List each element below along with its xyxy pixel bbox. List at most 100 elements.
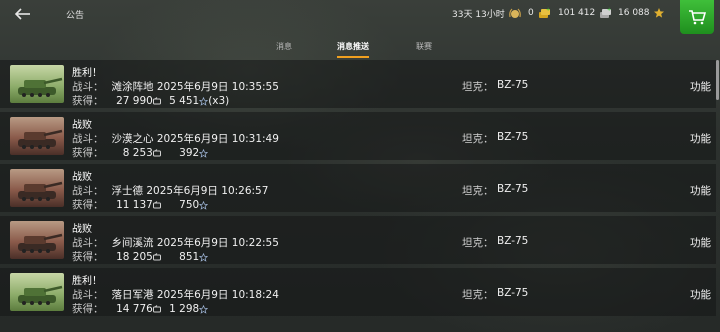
tank-icon xyxy=(18,233,63,253)
battle-datetime: 2025年6月9日 10:26:57 xyxy=(146,185,269,197)
credits-earned: 14 776 xyxy=(116,303,153,315)
xp-star-icon xyxy=(199,148,209,158)
map-name: 浮士德 xyxy=(111,185,144,197)
tank-label: 坦克： xyxy=(462,185,494,197)
rewards: 获得： 8 253 392 xyxy=(72,145,209,160)
credits-earned: 11 137 xyxy=(116,199,153,211)
back-arrow-icon[interactable] xyxy=(12,4,34,24)
silver-balance[interactable]: 101 412 + xyxy=(558,7,612,19)
map-name: 乡间溪流 xyxy=(111,237,154,249)
message-row[interactable]: 胜利！ 战斗： 落日军港 2025年6月9日 10:18:24 获得： 14 77… xyxy=(0,268,716,316)
tank-thumbnail xyxy=(10,117,64,155)
credits-icon xyxy=(152,149,161,157)
battle-label: 战斗： xyxy=(72,185,104,197)
earn-label: 获得： xyxy=(72,199,104,211)
xp-earned: 1 298 xyxy=(169,303,200,315)
rewards: 获得： 27 990 5 451 (x3) xyxy=(72,93,229,108)
battle-datetime: 2025年6月9日 10:31:49 xyxy=(156,133,279,145)
store-button[interactable] xyxy=(680,0,714,34)
battle-datetime: 2025年6月9日 10:22:55 xyxy=(156,237,279,249)
rewards: 获得： 14 776 1 298 xyxy=(72,301,209,316)
battle-info: 战斗： 落日军港 2025年6月9日 10:18:24 xyxy=(72,287,279,302)
xp-earned: 851 xyxy=(179,251,200,263)
battle-info: 战斗： 沙漠之心 2025年6月9日 10:31:49 xyxy=(72,131,279,146)
free-xp-balance[interactable]: 16 088 xyxy=(618,7,665,19)
premium-timer[interactable]: 33天 13小时 xyxy=(452,7,522,20)
battle-datetime: 2025年6月9日 10:35:55 xyxy=(156,81,279,93)
tank-name: BZ-75 xyxy=(497,287,529,299)
tank-name: BZ-75 xyxy=(497,235,529,247)
xp-earned: 392 xyxy=(179,147,200,159)
function-button[interactable]: 功能 xyxy=(690,131,711,146)
battle-result: 胜利！ xyxy=(72,276,102,287)
battle-label: 战斗： xyxy=(72,289,104,301)
xp-star-icon xyxy=(199,304,209,314)
battle-label: 战斗： xyxy=(72,81,104,93)
shopping-cart-icon xyxy=(689,10,706,25)
battle-datetime: 2025年6月9日 10:18:24 xyxy=(156,289,279,301)
tank-thumbnail xyxy=(10,221,64,259)
battle-info: 战斗： 乡间溪流 2025年6月9日 10:22:55 xyxy=(72,235,279,250)
xp-earned: 750 xyxy=(179,199,200,211)
tank-name: BZ-75 xyxy=(497,183,529,195)
credits-earned: 27 990 xyxy=(116,95,153,107)
premium-timer-text: 33天 13小时 xyxy=(452,10,505,20)
tank-thumbnail xyxy=(10,169,64,207)
message-row[interactable]: 战败 战斗： 乡间溪流 2025年6月9日 10:22:55 获得： 18 205… xyxy=(0,216,716,264)
battle-result: 战败 xyxy=(72,172,92,183)
active-tab-indicator xyxy=(337,56,369,58)
tank-thumbnail xyxy=(10,273,64,311)
function-button[interactable]: 功能 xyxy=(690,79,711,94)
tab-messages[interactable]: 消息 xyxy=(276,41,292,52)
tank-label: 坦克： xyxy=(462,81,494,93)
function-button[interactable]: 功能 xyxy=(690,183,711,198)
map-name: 沙漠之心 xyxy=(111,133,154,145)
gold-balance[interactable]: 0 + xyxy=(528,7,551,19)
free-xp-amount: 16 088 xyxy=(618,8,650,18)
credits-icon xyxy=(152,305,161,313)
page-title: 公告 xyxy=(66,11,85,21)
credits-earned: 8 253 xyxy=(122,147,153,159)
credits-icon xyxy=(152,201,161,209)
svg-text:+: + xyxy=(546,7,550,13)
credits-icon xyxy=(152,97,161,105)
gold-amount: 0 xyxy=(528,8,534,18)
tank-icon xyxy=(18,181,63,201)
earn-label: 获得： xyxy=(72,147,104,159)
tab-league[interactable]: 联赛 xyxy=(416,41,432,52)
battle-result: 战败 xyxy=(72,224,92,235)
tank-label: 坦克： xyxy=(462,289,494,301)
silver-coins-icon: + xyxy=(600,7,611,18)
tab-notifications[interactable]: 消息推送 xyxy=(337,41,369,52)
battle-info: 战斗： 滩涂阵地 2025年6月9日 10:35:55 xyxy=(72,79,279,94)
xp-star-icon xyxy=(199,96,209,106)
tank-icon xyxy=(18,129,63,149)
tank-label: 坦克： xyxy=(462,237,494,249)
message-row[interactable]: 战败 战斗： 浮士德 2025年6月9日 10:26:57 获得： 11 137 … xyxy=(0,164,716,212)
message-row[interactable]: 战败 战斗： 沙漠之心 2025年6月9日 10:31:49 获得： 8 253 … xyxy=(0,112,716,160)
xp-star-icon xyxy=(199,252,209,262)
rewards: 获得： 11 137 750 xyxy=(72,197,209,212)
svg-text:+: + xyxy=(607,7,611,13)
earn-label: 获得： xyxy=(72,251,104,263)
tab-bar: 消息 消息推送 联赛 xyxy=(0,40,720,58)
tank-name: BZ-75 xyxy=(497,79,529,91)
premium-laurel-icon xyxy=(508,8,521,18)
free-xp-star-icon xyxy=(653,8,664,18)
message-row[interactable]: 胜利！ 战斗： 滩涂阵地 2025年6月9日 10:35:55 获得： 27 99… xyxy=(0,60,716,108)
scrollbar[interactable] xyxy=(716,60,719,100)
function-button[interactable]: 功能 xyxy=(690,287,711,302)
battle-label: 战斗： xyxy=(72,133,104,145)
function-button[interactable]: 功能 xyxy=(690,235,711,250)
battle-result: 胜利！ xyxy=(72,68,102,79)
credits-earned: 18 205 xyxy=(116,251,153,263)
rewards: 获得： 18 205 851 xyxy=(72,249,209,264)
earn-label: 获得： xyxy=(72,303,104,315)
xp-star-icon xyxy=(199,200,209,210)
tank-icon xyxy=(18,77,63,97)
xp-multiplier: (x3) xyxy=(208,95,230,107)
map-name: 落日军港 xyxy=(111,289,154,301)
message-list: 胜利！ 战斗： 滩涂阵地 2025年6月9日 10:35:55 获得： 27 99… xyxy=(0,60,716,320)
earn-label: 获得： xyxy=(72,95,104,107)
tank-name: BZ-75 xyxy=(497,131,529,143)
